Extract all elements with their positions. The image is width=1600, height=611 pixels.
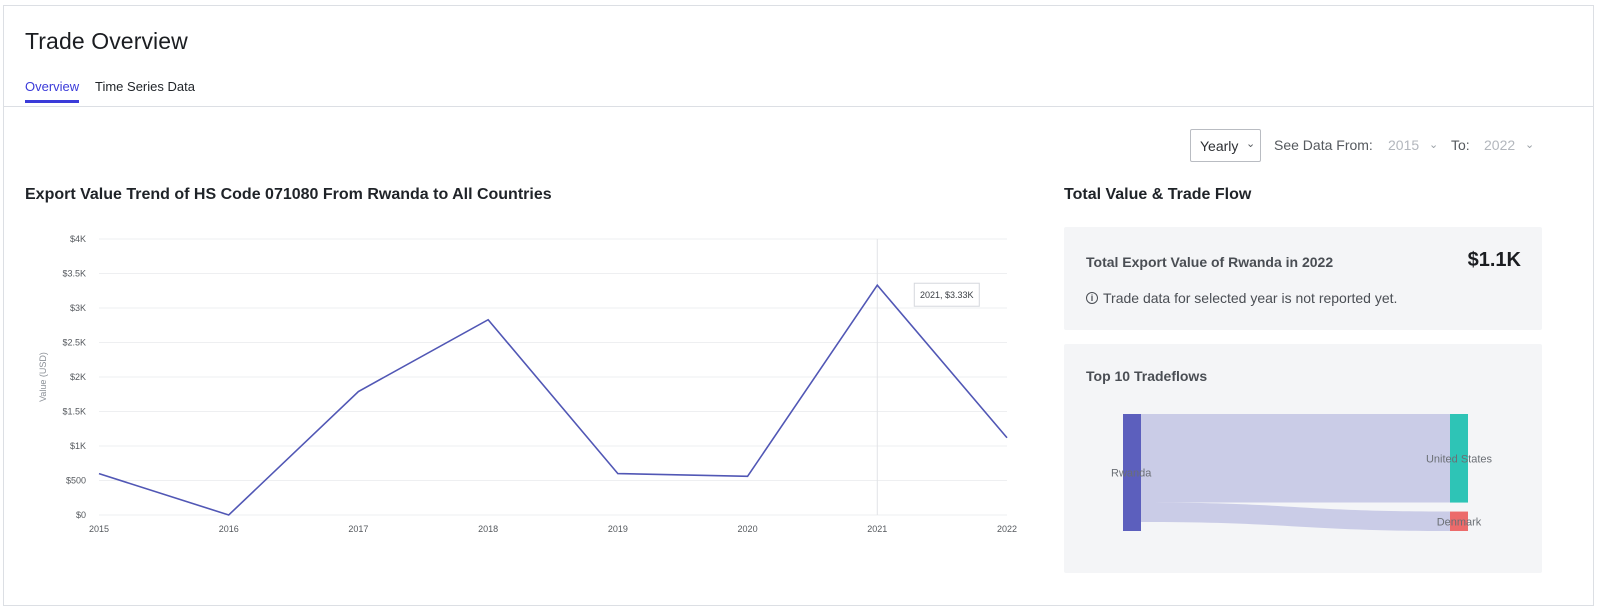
- info-icon: i: [1086, 292, 1098, 304]
- x-tick-label: 2021: [867, 524, 887, 534]
- total-export-label: Total Export Value of Rwanda in 2022: [1086, 254, 1334, 270]
- chevron-down-icon: ⌄: [1246, 138, 1256, 150]
- y-tick-label: $3K: [70, 303, 86, 313]
- chevron-down-icon: ⌄: [1525, 139, 1535, 151]
- y-tick-label: $2K: [70, 372, 86, 382]
- total-export-panel: Total Export Value of Rwanda in 2022 $1.…: [1064, 227, 1542, 330]
- from-year-select[interactable]: 2015 ⌄: [1388, 137, 1438, 153]
- y-tick-label: $500: [66, 476, 86, 486]
- target-node-label: Denmark: [1437, 516, 1482, 528]
- from-year-value: 2015: [1388, 137, 1420, 153]
- y-tick-label: $4K: [70, 234, 86, 244]
- tooltip-label: 2021, $3.33K: [920, 290, 974, 300]
- source-node-label: Rwanda: [1111, 468, 1152, 480]
- trade-overview-card: Trade Overview Overview Time Series Data…: [3, 5, 1594, 606]
- tradeflow-sankey: Rwanda United States Denmark: [1111, 414, 1493, 531]
- chevron-down-icon: ⌄: [1429, 139, 1439, 151]
- y-axis-label: Value (USD): [38, 352, 48, 402]
- x-tick-label: 2019: [608, 524, 628, 534]
- tradeflow-link: [1141, 502, 1450, 531]
- to-year-select[interactable]: 2022 ⌄: [1484, 137, 1534, 153]
- x-tick-label: 2022: [997, 524, 1017, 534]
- y-tick-label: $1.5K: [62, 407, 86, 417]
- period-select-value: Yearly: [1200, 138, 1239, 154]
- x-tick-label: 2018: [478, 524, 498, 534]
- trade-flow-title: Total Value & Trade Flow: [1064, 186, 1252, 203]
- y-tick-label: $1K: [70, 441, 86, 451]
- tradeflow-link: [1141, 414, 1450, 503]
- target-node-label: United States: [1426, 453, 1493, 465]
- not-reported-note: i Trade data for selected year is not re…: [1086, 290, 1397, 306]
- to-label: To:: [1451, 137, 1470, 153]
- x-tick-label: 2015: [89, 524, 109, 534]
- see-data-from-label: See Data From:: [1274, 137, 1373, 153]
- to-year-value: 2022: [1484, 137, 1516, 153]
- x-tick-label: 2017: [348, 524, 368, 534]
- x-tick-label: 2020: [738, 524, 758, 534]
- period-select[interactable]: Yearly ⌄: [1190, 129, 1261, 162]
- y-tick-label: $3.5K: [62, 269, 86, 279]
- x-tick-label: 2016: [219, 524, 239, 534]
- total-export-value: $1.1K: [1467, 249, 1521, 271]
- note-text: Trade data for selected year is not repo…: [1103, 290, 1398, 306]
- top-tradeflows-panel: Top 10 Tradeflows Rwanda United States Den…: [1064, 344, 1542, 573]
- y-tick-label: $2.5K: [62, 338, 86, 348]
- export-trend-chart: $0 $500 $1K $1.5K $2K $2.5K $3K $3.5K $4K 2015 201…: [38, 234, 1017, 534]
- y-tick-label: $0: [76, 510, 86, 520]
